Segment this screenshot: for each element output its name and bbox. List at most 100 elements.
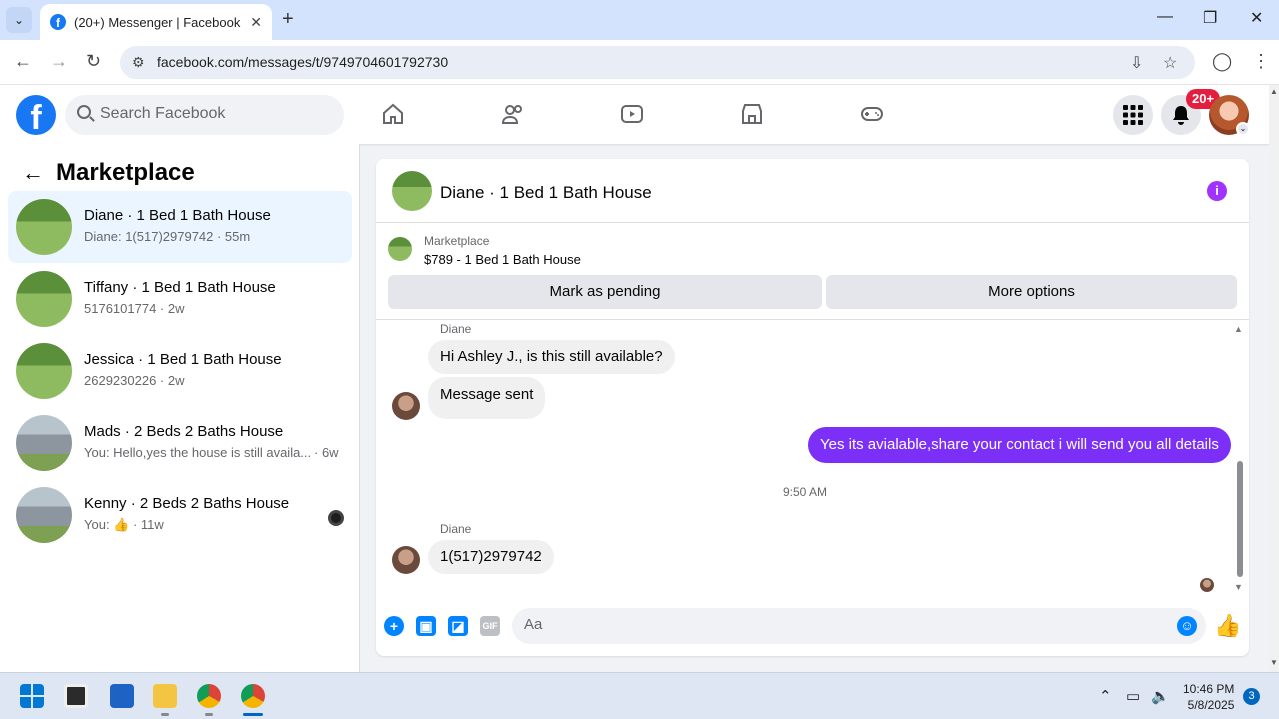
marketplace-label: Marketplace — [424, 234, 490, 248]
incoming-message[interactable]: Message sent — [428, 377, 546, 419]
listing-thumbnail — [388, 237, 412, 261]
show-hidden-icons-icon[interactable]: ⌃ — [1099, 687, 1112, 705]
browser-menu-icon[interactable]: ⋮ — [1252, 51, 1270, 72]
message-composer[interactable]: ☺ — [512, 608, 1206, 644]
read-receipt-avatar — [1200, 578, 1214, 592]
minimize-icon[interactable]: — — [1157, 8, 1173, 26]
message-input[interactable] — [524, 616, 1144, 633]
clock-date: 5/8/2025 — [1187, 698, 1235, 712]
bookmark-star-icon[interactable]: ☆ — [1163, 53, 1177, 73]
scroll-up-icon[interactable]: ▲ — [1270, 87, 1278, 96]
mark-as-pending-button[interactable]: Mark as pending — [388, 275, 822, 309]
scroll-down-icon[interactable]: ▼ — [1270, 658, 1278, 667]
outgoing-message[interactable]: Yes its avialable,share your contact i w… — [808, 427, 1231, 463]
close-tab-icon[interactable]: ✕ — [250, 14, 262, 31]
chat-title[interactable]: Diane · 1 Bed 1 Bath House — [440, 183, 652, 203]
reload-icon[interactable]: ↻ — [86, 51, 101, 72]
chrome-profile-icon[interactable] — [241, 684, 265, 708]
seen-indicator-icon — [328, 510, 344, 526]
message-timestamp: 9:50 AM — [783, 485, 828, 499]
menu-grid-button[interactable] — [1113, 95, 1153, 135]
info-icon[interactable]: i — [1207, 181, 1227, 201]
chrome-icon[interactable] — [197, 684, 221, 708]
facebook-header: f 20+ ⌄ — [0, 85, 1269, 144]
facebook-logo-icon[interactable]: f — [16, 95, 56, 135]
restore-icon[interactable]: ❐ — [1203, 8, 1217, 28]
plus-icon[interactable]: + — [384, 616, 404, 636]
back-arrow-icon[interactable]: ← — [22, 160, 44, 186]
bell-icon — [1173, 106, 1189, 125]
listing-thumbnail — [16, 271, 72, 327]
friends-icon[interactable] — [501, 102, 525, 126]
back-icon[interactable]: ← — [14, 51, 32, 72]
home-icon[interactable] — [381, 102, 405, 126]
conversation-time: · 6w — [314, 445, 339, 460]
browser-toolbar: ← → ↻ ⚙ facebook.com/messages/t/97497046… — [0, 40, 1279, 85]
address-bar[interactable]: ⚙ facebook.com/messages/t/97497046017927… — [120, 46, 1195, 79]
incoming-message[interactable]: 1(517)2979742 — [428, 540, 554, 574]
facebook-favicon-icon: f — [50, 14, 66, 30]
chevron-down-icon[interactable]: ⌄ — [1236, 122, 1250, 136]
notification-count-badge[interactable]: 3 — [1243, 688, 1260, 705]
chat-header: Diane · 1 Bed 1 Bath House i — [376, 159, 1249, 223]
facebook-search[interactable] — [65, 95, 344, 135]
scroll-up-icon[interactable]: ▲ — [1234, 324, 1243, 334]
conversation-item[interactable]: Diane · 1 Bed 1 Bath House Diane: 1(517)… — [8, 191, 352, 263]
thumbs-up-icon[interactable]: 👍 — [1214, 613, 1241, 639]
tab-search-button[interactable]: ⌄ — [6, 7, 32, 33]
conversation-item[interactable]: Jessica · 1 Bed 1 Bath House 2629230226 … — [8, 335, 352, 407]
listing-thumbnail — [16, 487, 72, 543]
volume-icon[interactable]: 🔈 — [1151, 687, 1170, 705]
conversation-name: Kenny · 2 Beds 2 Baths House — [84, 495, 290, 512]
photo-icon[interactable]: ▣ — [416, 616, 436, 636]
notepad-icon[interactable] — [110, 684, 134, 708]
windows-start-icon[interactable] — [20, 684, 44, 708]
system-clock[interactable]: 10:46 PM 5/8/2025 — [1183, 681, 1234, 713]
sticker-icon[interactable]: ◪ — [448, 616, 468, 636]
more-options-button[interactable]: More options — [826, 275, 1237, 309]
conversation-item[interactable]: Mads · 2 Beds 2 Baths House You: Hello,y… — [8, 407, 352, 479]
facebook-logo-letter: f — [30, 99, 42, 135]
clock-time: 10:46 PM — [1183, 682, 1235, 696]
scroll-thumb[interactable] — [1237, 461, 1243, 577]
search-icon — [77, 105, 91, 119]
windows-taskbar: ⌃ ▭ 🔈 10:46 PM 5/8/2025 3 — [0, 672, 1279, 719]
install-app-icon[interactable]: ⇩ — [1130, 53, 1143, 73]
network-icon[interactable]: ▭ — [1126, 687, 1140, 705]
marketplace-icon[interactable] — [740, 102, 764, 126]
site-info-icon[interactable]: ⚙ — [132, 54, 145, 71]
browser-tab[interactable]: f (20+) Messenger | Facebook ✕ — [40, 4, 272, 40]
sender-avatar[interactable] — [392, 392, 420, 420]
scroll-down-icon[interactable]: ▼ — [1234, 582, 1243, 592]
task-view-icon[interactable] — [64, 684, 88, 708]
conversation-name: Diane · 1 Bed 1 Bath House — [84, 207, 271, 224]
forward-icon[interactable]: → — [50, 51, 68, 72]
listing-title[interactable]: $789 - 1 Bed 1 Bath House — [424, 252, 581, 267]
sender-avatar[interactable] — [392, 546, 420, 574]
conversation-preview: 5176101774 · 2w — [84, 301, 185, 316]
file-explorer-icon[interactable] — [153, 684, 177, 708]
incoming-message[interactable]: Hi Ashley J., is this still available? — [428, 340, 675, 374]
url-text: facebook.com/messages/t/9749704601792730 — [157, 54, 449, 70]
close-window-icon[interactable]: ✕ — [1250, 8, 1263, 28]
gaming-icon[interactable] — [860, 102, 884, 126]
search-input[interactable] — [100, 105, 330, 123]
gif-icon[interactable]: GIF — [480, 616, 500, 636]
divider — [376, 319, 1249, 320]
conversation-preview: Diane: 1(517)2979742 · 55m — [84, 229, 251, 244]
conversation-preview: You: 👍 · 11w — [84, 517, 164, 532]
conversation-item[interactable]: Tiffany · 1 Bed 1 Bath House 5176101774 … — [8, 263, 352, 335]
video-icon[interactable] — [620, 102, 644, 126]
emoji-icon[interactable]: ☺ — [1177, 616, 1197, 636]
profile-icon[interactable]: ◯ — [1212, 51, 1232, 72]
page-scrollbar[interactable]: ▲ ▼ — [1269, 85, 1279, 672]
listing-thumbnail[interactable] — [392, 171, 432, 211]
pane-title: Marketplace — [56, 159, 195, 186]
new-tab-button[interactable]: + — [282, 8, 294, 31]
conversation-item[interactable]: Kenny · 2 Beds 2 Baths House You: 👍 · 11… — [8, 479, 352, 551]
active-indicator — [243, 713, 263, 716]
conversation-name: Mads · 2 Beds 2 Baths House — [84, 423, 284, 440]
conversation-preview: You: Hello,yes the house is still availa… — [84, 445, 312, 460]
conversation-list-pane: ← Marketplace Diane · 1 Bed 1 Bath House… — [0, 144, 360, 672]
grid-icon — [1123, 105, 1143, 125]
